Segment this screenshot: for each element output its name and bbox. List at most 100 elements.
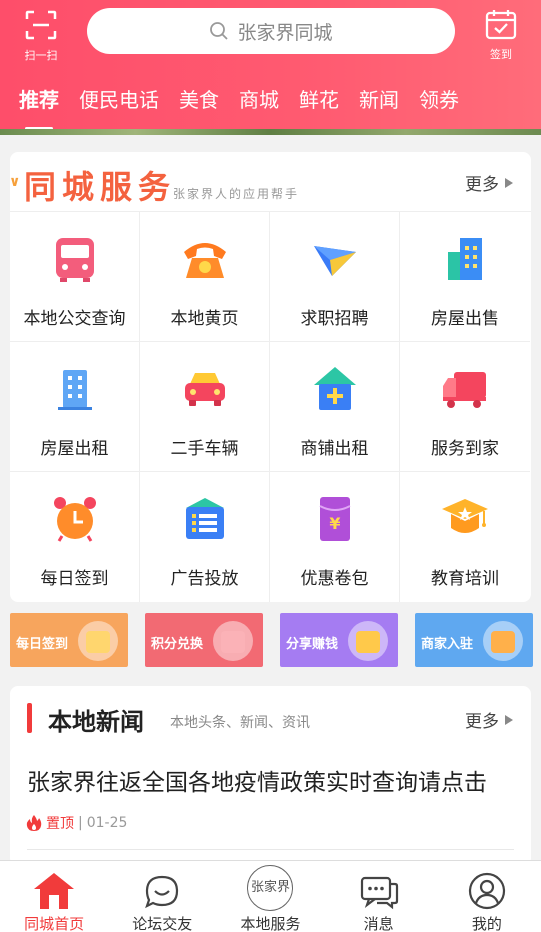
service-home-delivery[interactable]: 服务到家: [400, 342, 530, 472]
nav-label: 消息: [363, 915, 394, 932]
service-house-sale[interactable]: 房屋出售: [400, 212, 530, 342]
category-tabs: 推荐 便民电话 美食 商城 鲜花 新闻 领券: [0, 84, 541, 130]
service-label: 求职招聘: [300, 309, 369, 329]
news-more-link[interactable]: 更多: [465, 707, 513, 732]
services-card: ∨ 同城服务 张家界人的应用帮手 更多 本地公交查询 本地黄页 求职招聘 房屋出…: [9, 152, 531, 602]
nav-local-services[interactable]: 张家界 本地服务: [216, 861, 324, 932]
section-marker: [27, 703, 32, 733]
service-label: 教育培训: [431, 569, 499, 589]
news-meta: 置顶 | 01-25: [26, 813, 127, 833]
tab-flowers[interactable]: 鲜花: [299, 84, 339, 118]
service-label: 每日签到: [40, 569, 109, 589]
svg-text:¥: ¥: [329, 514, 340, 533]
car-icon: [185, 373, 225, 406]
banner-label: 商家入驻: [421, 637, 474, 652]
service-label: 本地公交查询: [23, 309, 126, 329]
truck-icon: [443, 372, 486, 408]
banner-daily-checkin[interactable]: 每日签到: [10, 613, 128, 667]
banner-label: 积分兑换: [151, 637, 204, 652]
service-bus[interactable]: 本地公交查询: [10, 212, 140, 342]
user-icon: [468, 872, 505, 910]
building-icon: [448, 238, 482, 280]
ad-list-icon: [186, 498, 224, 539]
nav-forum[interactable]: 论坛交友: [108, 861, 216, 932]
services-title: ∨ 同城服务: [9, 162, 177, 208]
search-icon: [210, 22, 229, 40]
app-header: 扫一扫 张家界同城 签到 推荐 便民电话 美食 商城 鲜花 新闻 领券: [0, 0, 541, 135]
meta-separator: |: [78, 815, 83, 831]
tab-food[interactable]: 美食: [179, 84, 219, 118]
nav-label: 我的: [471, 915, 502, 932]
tab-phone[interactable]: 便民电话: [79, 84, 159, 118]
service-yellow-pages[interactable]: 本地黄页: [140, 212, 270, 342]
service-house-rent[interactable]: 房屋出租: [10, 342, 140, 472]
chat-smile-icon: [145, 875, 179, 909]
tab-coupons[interactable]: 领券: [419, 84, 459, 118]
service-label: 商铺出租: [300, 439, 369, 459]
home-icon: [34, 873, 75, 909]
news-date: 01-25: [86, 815, 128, 831]
service-advertising[interactable]: 广告投放: [140, 472, 270, 602]
nav-label: 同城首页: [24, 915, 85, 932]
phone-icon: [184, 243, 226, 278]
paper-plane-icon: [314, 246, 356, 276]
decoration: [491, 631, 515, 653]
arrow-right-icon: [505, 178, 513, 188]
message-icon: [360, 876, 398, 910]
banner-points-exchange[interactable]: 积分兑换: [145, 613, 263, 667]
service-daily-checkin[interactable]: 每日签到: [10, 472, 140, 602]
bus-icon: [56, 238, 94, 282]
promo-banners: 每日签到 积分兑换 分享赚钱 商家入驻: [0, 613, 541, 669]
nav-profile[interactable]: 我的: [433, 861, 541, 932]
coupon-wallet-icon: ¥: [319, 497, 351, 541]
checkin-button[interactable]: 签到: [478, 8, 524, 61]
calendar-check-icon: [485, 10, 517, 40]
tab-news[interactable]: 新闻: [359, 84, 399, 118]
banner-share-earn[interactable]: 分享赚钱: [280, 613, 398, 667]
services-grid: 本地公交查询 本地黄页 求职招聘 房屋出售 房屋出租 二手车辆 商铺出租 服务到…: [10, 212, 531, 602]
fire-icon: [26, 815, 42, 831]
decoration: [221, 631, 245, 653]
checkin-label: 签到: [490, 48, 512, 61]
banner-label: 分享赚钱: [286, 637, 339, 652]
services-title-text: 同城服务: [24, 168, 177, 206]
scan-label: 扫一扫: [24, 49, 58, 62]
service-label: 优惠卷包: [300, 569, 369, 589]
city-badge-icon: 张家界: [247, 865, 294, 911]
tab-recommend[interactable]: 推荐: [19, 84, 59, 130]
nav-home[interactable]: 同城首页: [0, 861, 108, 932]
service-label: 本地黄页: [170, 309, 239, 329]
decoration: [356, 631, 380, 653]
search-input[interactable]: 张家界同城: [87, 8, 455, 54]
more-label: 更多: [465, 712, 499, 732]
news-subtitle: 本地头条、新闻、资讯: [170, 715, 310, 731]
more-label: 更多: [465, 175, 499, 195]
service-education[interactable]: 教育培训: [400, 472, 530, 602]
arrow-right-icon: [505, 715, 513, 725]
service-label: 服务到家: [431, 439, 499, 459]
banner-label: 每日签到: [16, 637, 69, 652]
service-used-cars[interactable]: 二手车辆: [140, 342, 270, 472]
nav-label: 论坛交友: [132, 915, 193, 932]
service-label: 房屋出售: [431, 309, 499, 329]
search-placeholder: 张家界同城: [237, 21, 333, 44]
banner-merchant-join[interactable]: 商家入驻: [415, 613, 533, 667]
service-label: 广告投放: [170, 569, 239, 589]
tab-mall[interactable]: 商城: [239, 84, 279, 118]
services-more-link[interactable]: 更多: [465, 170, 513, 195]
apartment-icon: [58, 370, 92, 410]
news-headline[interactable]: 张家界往返全国各地疫情政策实时查询请点击: [27, 763, 487, 797]
scan-button[interactable]: 扫一扫: [20, 8, 62, 62]
news-card: 本地新闻 本地头条、新闻、资讯 更多 张家界往返全国各地疫情政策实时查询请点击 …: [10, 686, 531, 866]
news-title: 本地新闻: [48, 708, 144, 736]
service-label: 二手车辆: [170, 439, 239, 459]
nav-label: 本地服务: [240, 915, 301, 932]
alarm-clock-icon: [54, 497, 96, 542]
service-coupons[interactable]: ¥ 优惠卷包: [270, 472, 400, 602]
nav-messages[interactable]: 消息: [325, 861, 433, 932]
header-decoration: [0, 129, 541, 135]
service-shop-rent[interactable]: 商铺出租: [270, 342, 400, 472]
divider: [27, 849, 514, 850]
service-jobs[interactable]: 求职招聘: [270, 212, 400, 342]
service-label: 房屋出租: [40, 439, 109, 459]
